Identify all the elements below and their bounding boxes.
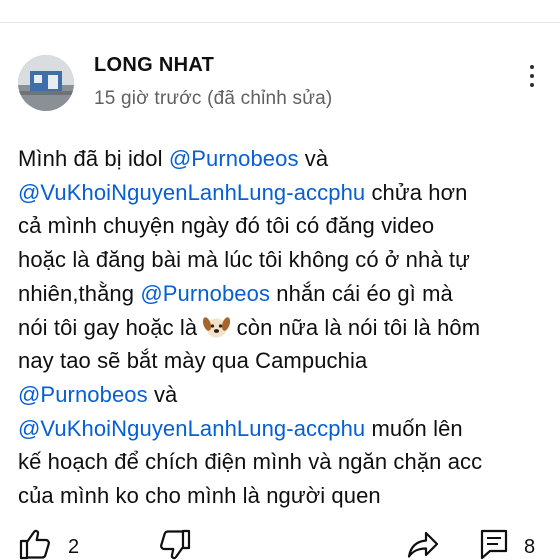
mention-link[interactable]: @VuKhoiNguyenLanhLung-accphu: [18, 180, 365, 205]
comment-text-segment: cả mình chuyện ngày đó tôi có đăng video: [18, 213, 435, 239]
dog-face-emoji: [203, 315, 231, 339]
like-count: 2: [68, 536, 80, 558]
avatar-image: [18, 55, 74, 111]
comment-line: @VuKhoiNguyenLanhLung-accphu chửa hơn: [18, 176, 558, 210]
comment-line: kế hoạch để chích điện mình và ngăn chặn…: [18, 445, 558, 479]
mention-link[interactable]: @Purnobeos: [140, 281, 270, 306]
reply-count: 8: [524, 536, 536, 558]
top-divider: [0, 0, 560, 23]
comment-line: nhiên,thằng @Purnobeos nhắn cái éo gì mà: [18, 277, 558, 311]
comment-line: nói tôi gay hoặc là còn nữa là nói tôi l…: [18, 311, 558, 345]
comment-action-bar: 2 8: [0, 528, 560, 560]
mention-link[interactable]: @VuKhoiNguyenLanhLung-accphu: [18, 416, 365, 441]
comment-text-segment: muốn lên: [365, 415, 463, 441]
comment-text-segment: Mình đã bị idol: [18, 146, 169, 171]
thumbs-up-icon: [19, 529, 50, 560]
comment-line: cả mình chuyện ngày đó tôi có đăng video: [18, 209, 558, 243]
comment-text-segment: chửa hơn: [365, 179, 468, 205]
comment-line: @VuKhoiNguyenLanhLung-accphu muốn lên: [18, 412, 558, 446]
comment-author[interactable]: LONG NHAT: [94, 54, 214, 77]
comment-text-segment: kế hoạch để chích điện mình và ngăn chặn…: [18, 449, 483, 475]
comment-line: nay tao sẽ bắt mày qua Campuchia: [18, 344, 558, 378]
comment-text-segment: hoặc là đăng bài mà lúc tôi không có ở n…: [18, 247, 470, 273]
comment-line: của mình ko cho mình là người quen: [18, 479, 558, 513]
comment-text-segment: và: [147, 381, 178, 407]
comment-text-segment: nói tôi gay hoặc là: [18, 314, 204, 340]
more-options-icon[interactable]: [520, 60, 544, 104]
mention-link[interactable]: @Purnobeos: [169, 146, 299, 171]
share-icon: [407, 531, 439, 558]
comment-text: Mình đã bị idol @Purnobeos và @VuKhoiNguy…: [18, 142, 558, 513]
comment-text-segment: nhắn cái éo gì mà: [270, 280, 453, 306]
comment-text-segment: còn nữa là nói tôi là hôm: [230, 314, 481, 340]
comment-timestamp: 15 giờ trước (đã chỉnh sửa): [94, 88, 333, 109]
mention-link[interactable]: @Purnobeos: [18, 382, 148, 407]
comment-text-segment: nhiên,thằng: [18, 280, 141, 306]
comment-line: @Purnobeos và: [18, 378, 558, 412]
thumbs-down-icon: [160, 529, 191, 560]
comment-icon: [480, 529, 508, 560]
comment-line: Mình đã bị idol @Purnobeos và: [18, 142, 558, 176]
comment-text-segment: và: [298, 146, 329, 171]
avatar[interactable]: [18, 55, 74, 111]
comment-text-segment: nay tao sẽ bắt mày qua Campuchia: [18, 348, 368, 374]
comment-line: hoặc là đăng bài mà lúc tôi không có ở n…: [18, 243, 558, 277]
comment-text-segment: của mình ko cho mình là người quen: [18, 483, 381, 509]
